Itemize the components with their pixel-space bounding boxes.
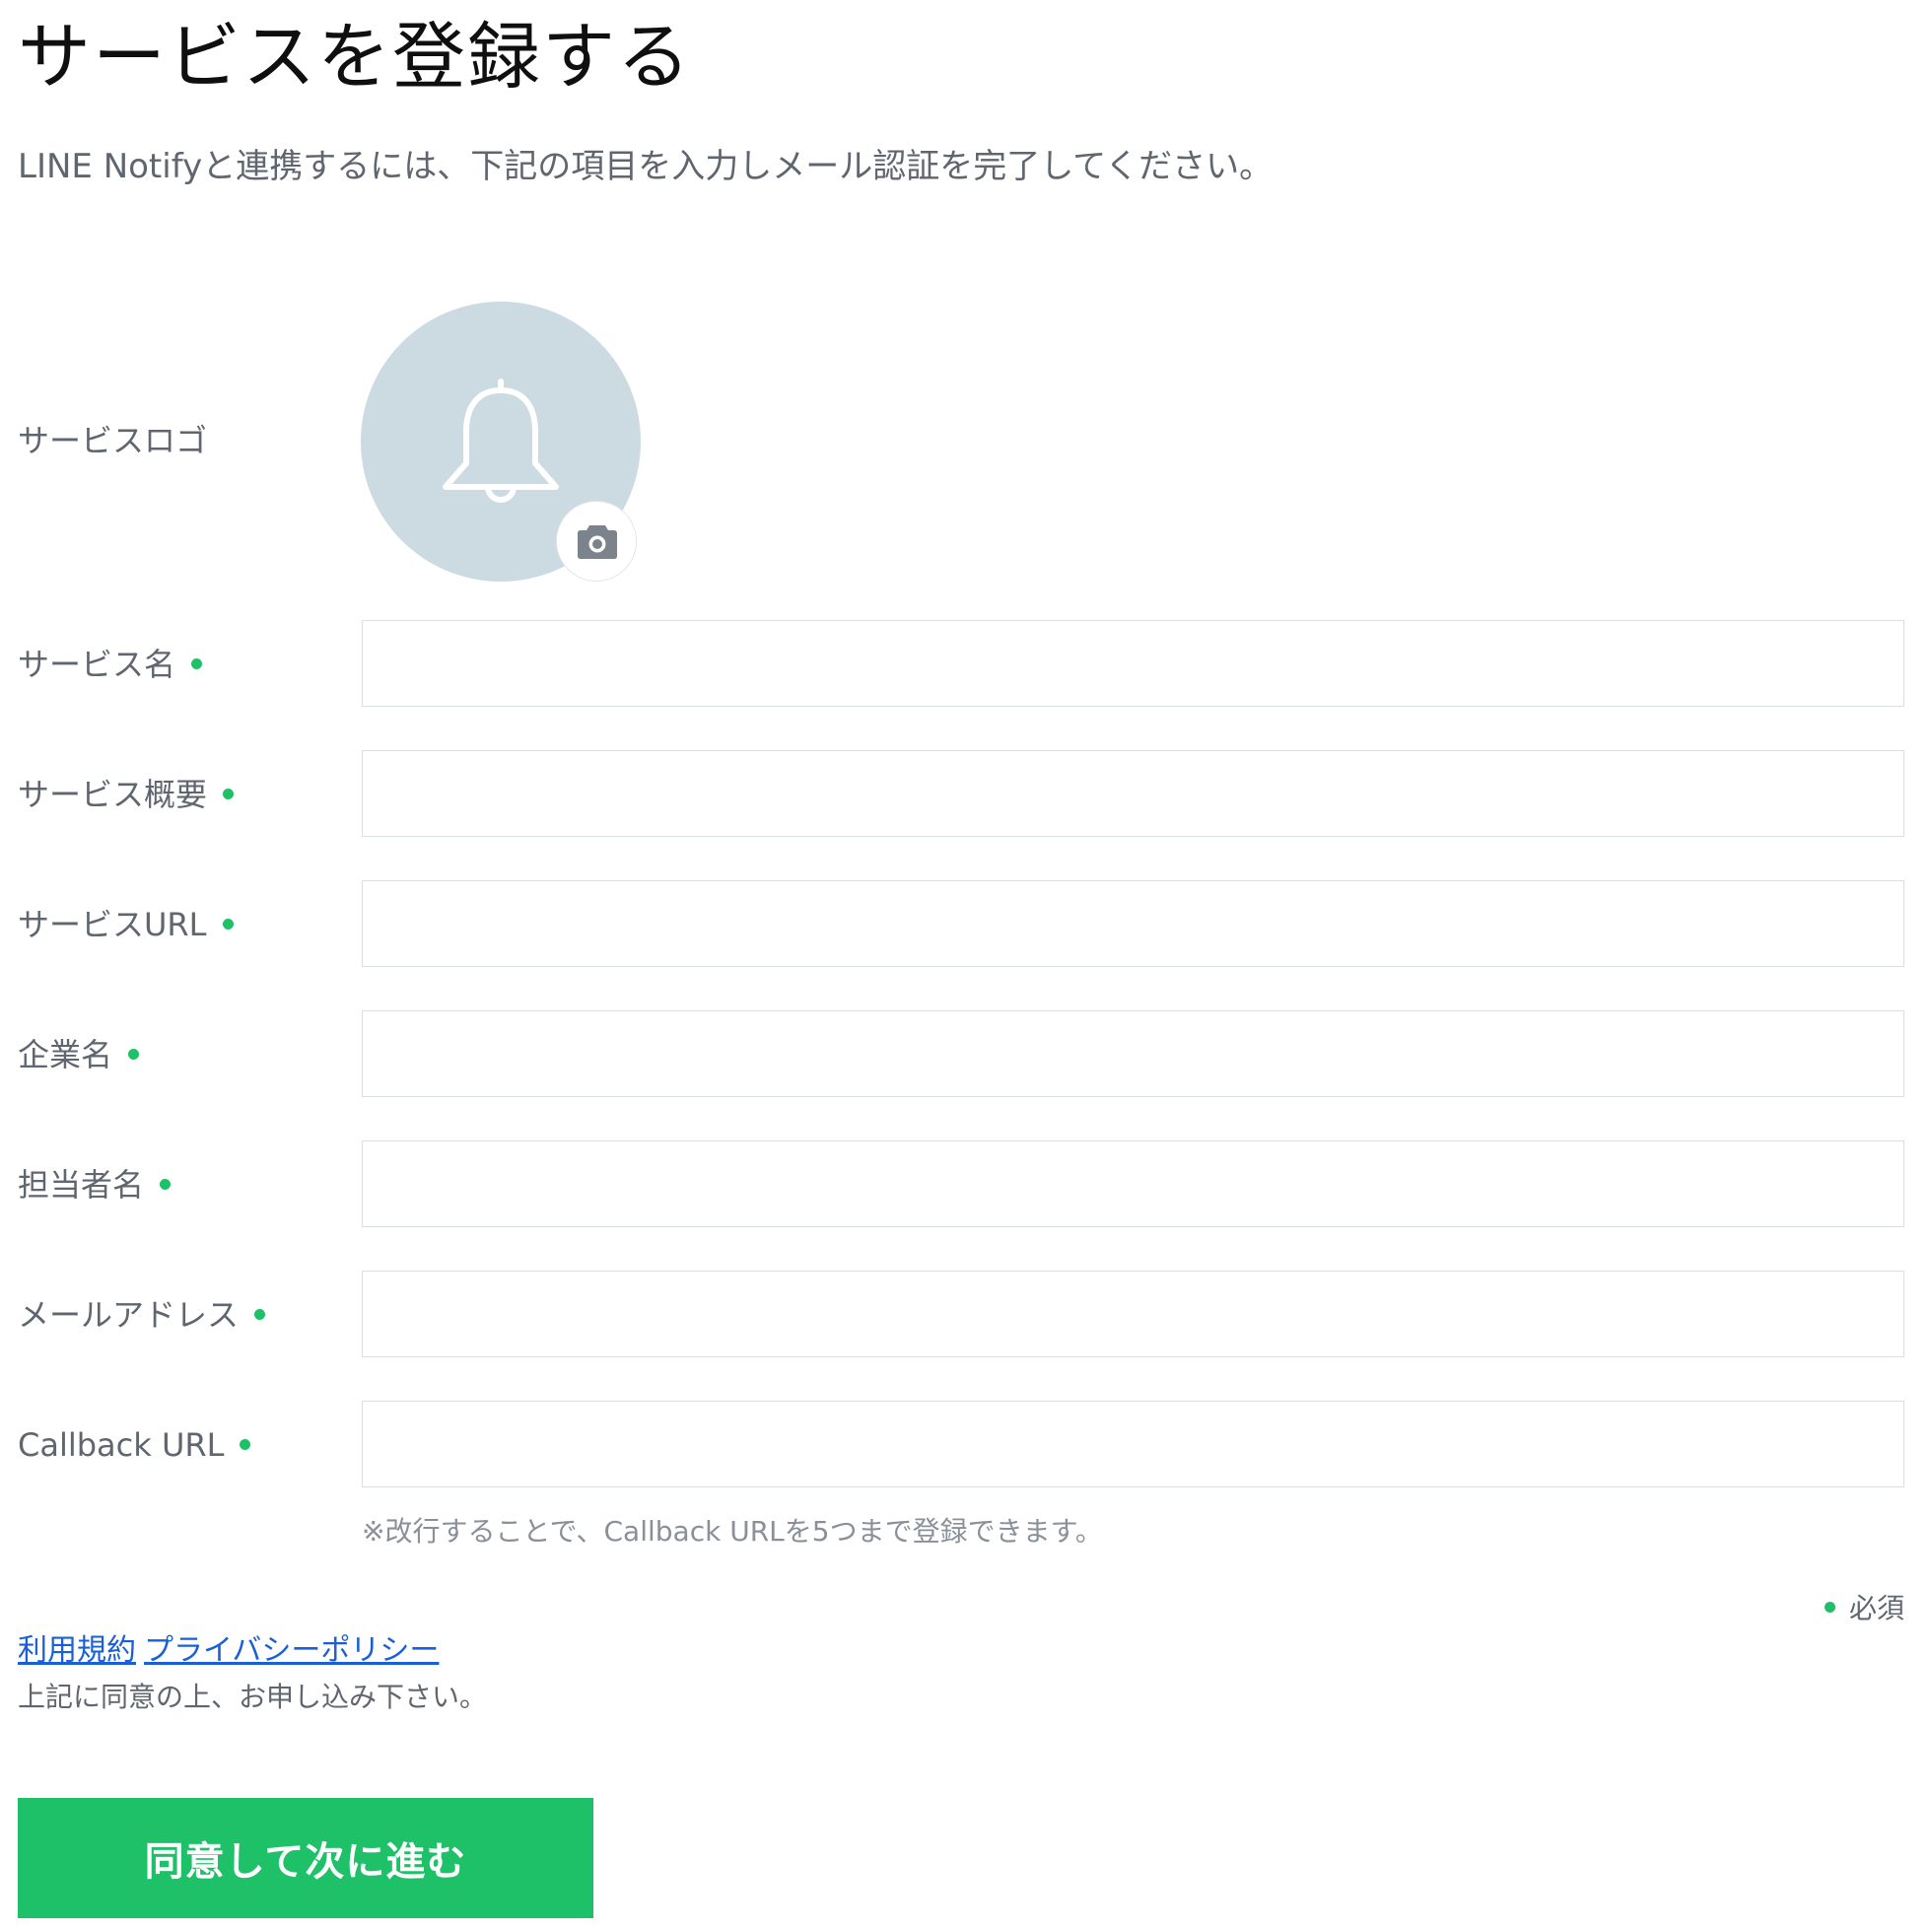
required-indicator [254, 1308, 266, 1320]
callback-url-input[interactable] [362, 1401, 1904, 1487]
form-row-contact-name: 担当者名 [0, 1140, 1932, 1229]
company-name-label: 企業名 [18, 1030, 140, 1079]
required-legend-label: 必須 [1848, 1592, 1904, 1624]
bell-icon [443, 379, 559, 503]
service-summary-label: サービス概要 [18, 770, 235, 819]
required-indicator [191, 657, 203, 669]
service-summary-input[interactable] [362, 750, 1904, 837]
page-title: サービスを登録する [18, 15, 692, 100]
camera-icon [578, 525, 617, 559]
contact-name-input[interactable] [362, 1140, 1904, 1227]
service-url-input[interactable] [362, 880, 1904, 967]
form-row-email: メールアドレス [0, 1271, 1932, 1359]
required-indicator [223, 788, 235, 799]
email-input[interactable] [362, 1271, 1904, 1357]
required-indicator [128, 1048, 140, 1060]
privacy-policy-link[interactable]: プライバシーポリシー [144, 1633, 439, 1668]
required-legend: 必須 [1824, 1589, 1904, 1628]
agree-and-continue-button[interactable]: 同意して次に進む [18, 1798, 593, 1918]
service-url-label: サービスURL [18, 900, 234, 949]
form-row-service-url: サービスURL [0, 880, 1932, 969]
required-indicator [240, 1438, 251, 1450]
upload-logo-button[interactable] [556, 501, 637, 582]
form-row-callback-url: Callback URL [0, 1401, 1932, 1489]
form-row-company-name: 企業名 [0, 1010, 1932, 1099]
required-indicator [160, 1178, 172, 1190]
terms-link[interactable]: 利用規約 [18, 1633, 136, 1668]
company-name-input[interactable] [362, 1010, 1904, 1097]
agreement-text: 上記に同意の上、お申し込み下さい。 [18, 1681, 488, 1713]
form-row-service-summary: サービス概要 [0, 750, 1932, 839]
service-logo-label: サービスロゴ [18, 422, 208, 459]
email-label: メールアドレス [18, 1290, 266, 1340]
callback-url-label: Callback URL [18, 1420, 251, 1470]
service-name-input[interactable] [362, 620, 1904, 707]
required-indicator [222, 918, 234, 930]
callback-url-note: ※改行することで、Callback URLを5つまで登録できます。 [362, 1515, 1103, 1548]
contact-name-label: 担当者名 [18, 1160, 172, 1209]
service-name-label: サービス名 [18, 640, 203, 689]
required-indicator [1824, 1601, 1835, 1613]
form-row-service-name: サービス名 [0, 620, 1932, 709]
policy-links: 利用規約 プライバシーポリシー [18, 1629, 447, 1673]
page-description: LINE Notifyと連携するには、下記の項目を入力しメール認証を完了してくだ… [18, 147, 1274, 186]
